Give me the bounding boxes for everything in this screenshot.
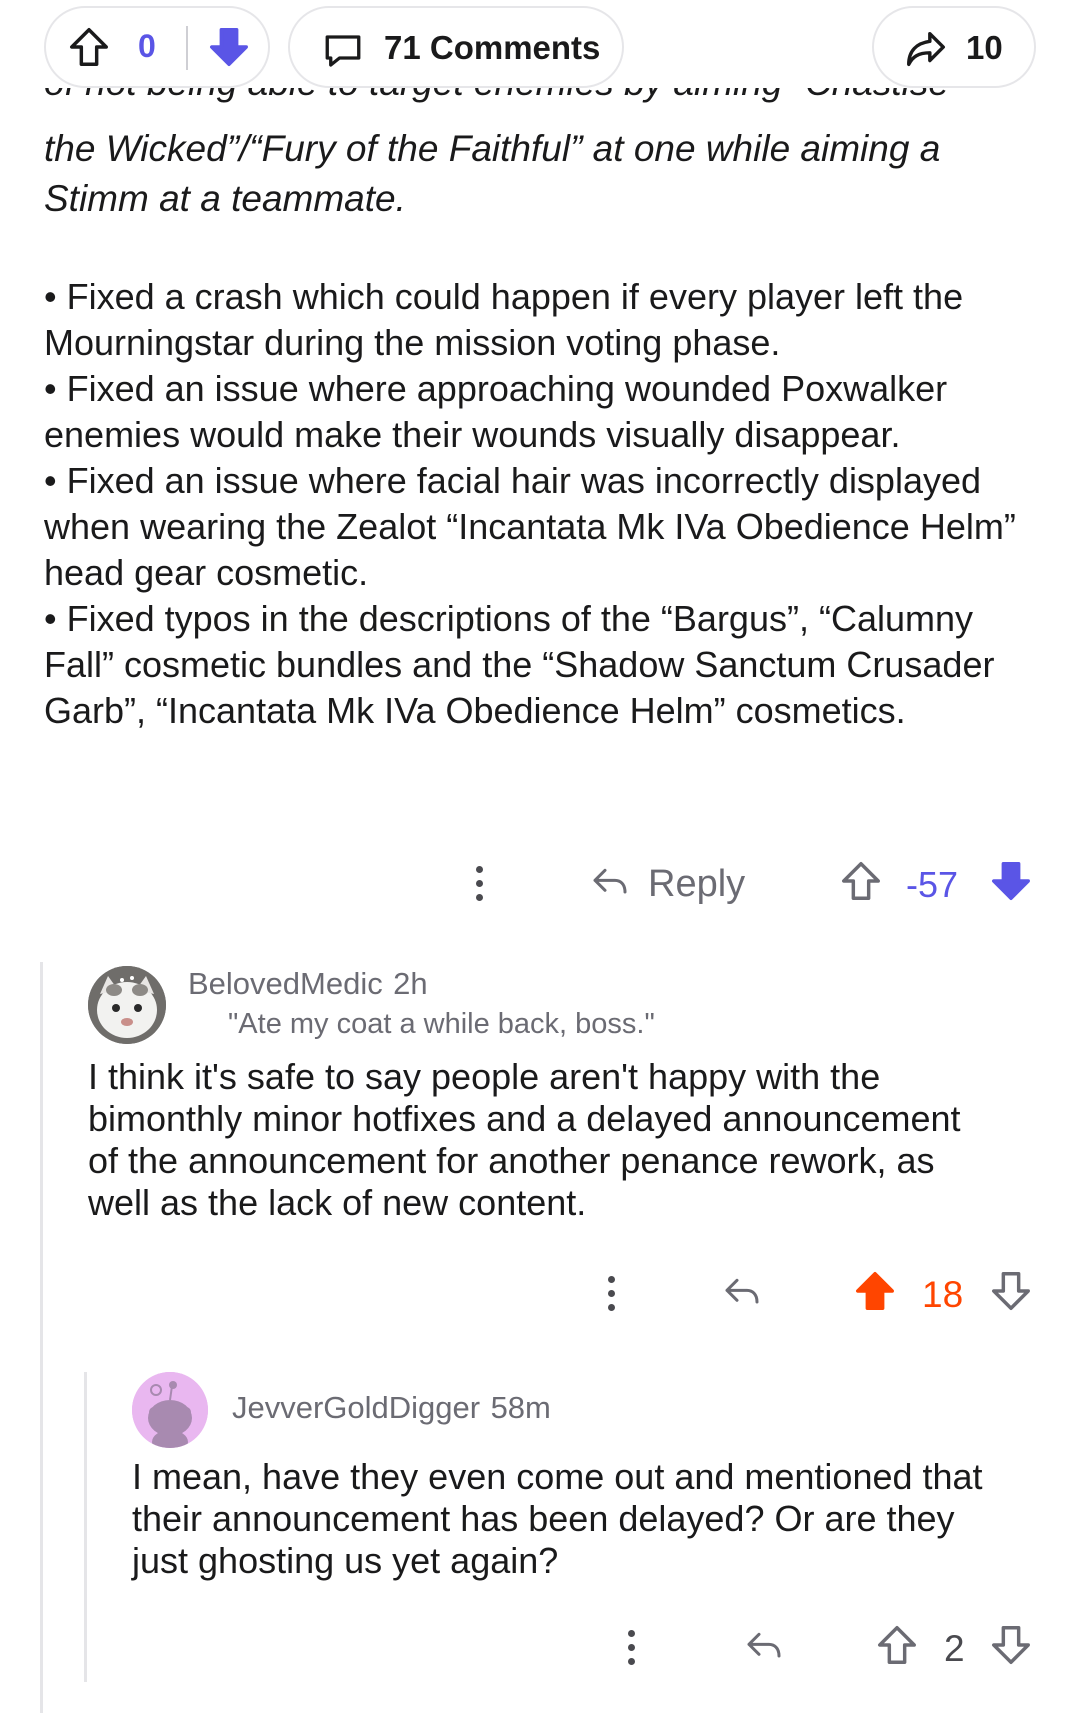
list-item: • Fixed a crash which could happen if ev…: [44, 276, 964, 363]
reply-arrow-icon[interactable]: [742, 1626, 786, 1671]
list-item: • Fixed an issue where facial hair was i…: [44, 460, 1016, 593]
reply-button[interactable]: Reply: [588, 862, 745, 907]
upvote-icon[interactable]: [838, 858, 884, 909]
thread-line[interactable]: [40, 962, 43, 1713]
share-button[interactable]: 10: [872, 6, 1036, 88]
post-italic-line-1: the Wicked”/“Fury of the Faithful” at on…: [44, 128, 941, 169]
comment-header: BelovedMedic 2h: [188, 966, 428, 1002]
share-count: 10: [966, 29, 1003, 66]
comments-count-label: 71 Comments: [384, 29, 601, 66]
vote-pill: 0: [44, 6, 270, 88]
thread-line[interactable]: [84, 1372, 87, 1682]
user-flair: "Ate my coat a while back, boss.": [228, 1008, 655, 1040]
reply-arrow-icon: [588, 862, 632, 907]
more-options-icon[interactable]: [608, 1276, 616, 1318]
downvote-icon[interactable]: [988, 1622, 1034, 1673]
downvote-icon[interactable]: [988, 858, 1034, 909]
timestamp: 58m: [490, 1390, 551, 1425]
reply-label: Reply: [648, 863, 746, 905]
timestamp: 2h: [393, 966, 428, 1001]
comment-text: I mean, have they even come out and ment…: [132, 1456, 983, 1581]
list-item: • Fixed typos in the descriptions of the…: [44, 598, 995, 731]
username[interactable]: JevverGoldDigger: [232, 1390, 480, 1425]
comment-header: JevverGoldDigger 58m: [232, 1390, 551, 1426]
avatar[interactable]: [88, 966, 166, 1044]
comment-score: 2: [944, 1628, 965, 1669]
comment-score: 18: [922, 1274, 964, 1315]
comments-button[interactable]: 71 Comments: [288, 6, 624, 88]
more-options-icon[interactable]: [628, 1630, 636, 1672]
post-score: 0: [138, 28, 156, 64]
upvote-icon[interactable]: [66, 24, 112, 75]
upvote-icon[interactable]: [874, 1622, 920, 1673]
post-clipped-line: of not being able to target enemies by a…: [44, 88, 1044, 118]
comment-score: -57: [906, 864, 959, 905]
more-options-icon[interactable]: [476, 866, 484, 908]
upvote-icon[interactable]: [852, 1268, 898, 1319]
comment-text: I think it's safe to say people aren't h…: [88, 1056, 961, 1223]
post-italic-line-2: Stimm at a teammate.: [44, 178, 406, 219]
share-arrow-icon: [902, 26, 950, 77]
avatar[interactable]: [132, 1372, 208, 1448]
list-item: • Fixed an issue where approaching wound…: [44, 368, 948, 455]
vote-divider: [186, 26, 188, 70]
comment-bubble-icon: [322, 30, 364, 77]
downvote-icon[interactable]: [206, 24, 252, 75]
downvote-icon[interactable]: [988, 1268, 1034, 1319]
username[interactable]: BelovedMedic: [188, 966, 383, 1001]
patch-notes-list: • Fixed a crash which could happen if ev…: [44, 274, 1044, 734]
reply-arrow-icon[interactable]: [720, 1272, 764, 1317]
